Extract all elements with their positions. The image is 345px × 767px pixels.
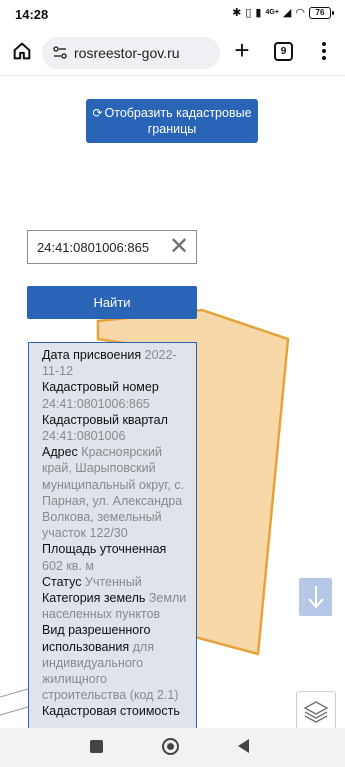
address-bar[interactable]: rosreestor-gov.ru [42, 37, 220, 69]
home-icon [13, 42, 31, 60]
info-label: Кадастровый квартал [42, 412, 168, 427]
signal-icon: ◢ [282, 7, 292, 19]
menu-dot-icon [322, 56, 326, 60]
info-value: 602 кв. м [42, 558, 94, 573]
web-content: ⟳ Отобразить кадастровые границы 24:41:08… [0, 77, 345, 728]
home-nav-icon[interactable] [162, 738, 179, 755]
show-cadastral-borders-button[interactable]: ⟳ Отобразить кадастровые границы [86, 99, 258, 143]
status-icons: ✱ ▯ ▮ 4G+ ◢ ◠ 76 [232, 6, 334, 19]
tab-switcher-button[interactable]: 9 [274, 42, 293, 61]
menu-dot-icon [322, 49, 326, 53]
refresh-icon: ⟳ [92, 106, 103, 120]
info-row-cadastral-quarter: Кадастровый квартал 24:41:0801006 [42, 412, 190, 444]
info-row-area: Площадь уточненная 602 кв. м [42, 541, 190, 573]
back-icon[interactable] [238, 739, 249, 753]
vibrate-icon: ▯ [245, 7, 252, 19]
wifi-icon: ◠ [295, 7, 305, 19]
search-input-value: 24:41:0801006:865 [37, 240, 150, 255]
recent-apps-icon[interactable] [90, 740, 103, 753]
info-row-permitted-use: Вид разрешенного использования для индив… [42, 622, 190, 703]
info-value: 24:41:0801006 [42, 429, 126, 444]
site-settings-icon[interactable] [52, 45, 68, 61]
info-row-cadastral-value: Кадастровая стоимость [42, 703, 190, 719]
layers-icon [303, 701, 329, 723]
info-label: Категория земель [42, 591, 146, 606]
info-label: Адрес [42, 445, 78, 460]
menu-dot-icon [322, 42, 326, 46]
map-boundary-line [0, 706, 29, 716]
arrow-down-icon [307, 586, 324, 609]
new-tab-button[interactable]: + [229, 37, 255, 65]
status-time: 14:28 [15, 7, 49, 22]
info-label: Кадастровый номер [42, 380, 159, 395]
browser-toolbar: rosreestor-gov.ru + 9 [0, 28, 345, 76]
info-label: Кадастровая стоимость [42, 704, 180, 719]
cadastral-number-input[interactable]: 24:41:0801006:865 ✕ [27, 230, 197, 264]
network-type-label: 4G+ [265, 9, 279, 16]
home-button[interactable] [8, 37, 36, 65]
info-label: Дата присвоения [42, 348, 142, 362]
system-nav-bar [0, 728, 345, 767]
info-label: Статус [42, 574, 82, 589]
info-label: Площадь уточненная [42, 542, 167, 557]
scroll-down-button[interactable] [299, 578, 332, 616]
find-button[interactable]: Найти [27, 286, 197, 319]
info-row-address: Адрес Красноярский край, Шарыповский мун… [42, 444, 190, 541]
info-row-status: Статус Учтенный [42, 574, 190, 590]
map-layers-button[interactable] [296, 691, 336, 728]
info-value: 24:41:0801006:865 [42, 396, 150, 411]
bluetooth-icon: ✱ [232, 7, 242, 19]
info-value: Красноярский край, Шарыповский муниципал… [42, 445, 185, 541]
plus-icon: + [234, 35, 250, 65]
show-cadastral-borders-label: Отобразить кадастровые границы [104, 106, 252, 136]
parcel-info-panel: Дата присвоения 2022-11-12 Кадастровый н… [28, 342, 197, 728]
info-row-date: Дата присвоения 2022-11-12 [42, 347, 190, 379]
info-value: Учтенный [85, 574, 142, 589]
clear-icon[interactable]: ✕ [168, 235, 190, 259]
info-row-land-category: Категория земель Земли населенных пункто… [42, 590, 190, 622]
info-row-cadastral-number: Кадастровый номер 24:41:0801006:865 [42, 379, 190, 411]
status-bar: 14:28 ✱ ▯ ▮ 4G+ ◢ ◠ 76 [0, 0, 345, 28]
battery-icon: 76 [309, 6, 334, 19]
overflow-menu-button[interactable] [316, 40, 332, 62]
lte-icon: ▮ [255, 7, 262, 19]
map-boundary-line [0, 688, 29, 698]
url-text: rosreestor-gov.ru [74, 45, 180, 61]
